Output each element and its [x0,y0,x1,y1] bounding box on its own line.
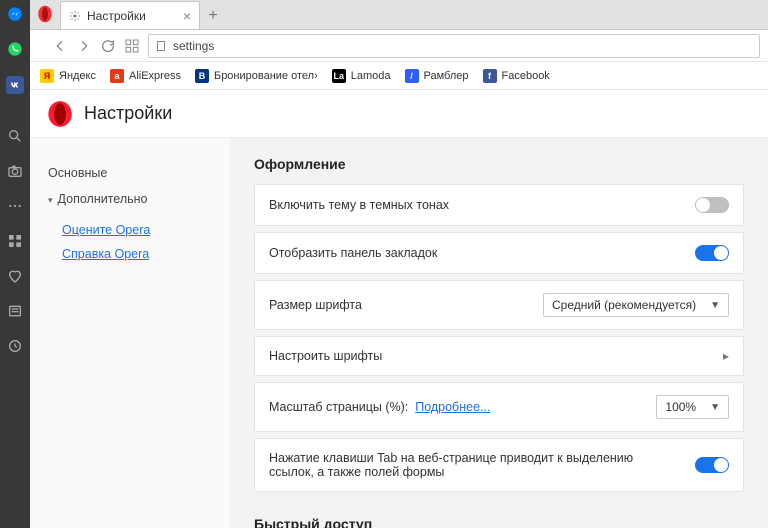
bookmark-label: Рамблер [424,70,469,82]
opera-logo-icon [46,100,74,128]
bookmark-favicon: La [332,69,346,83]
bookmark-label: AliExpress [129,70,181,82]
toggle-dark-theme[interactable] [695,197,729,213]
search-icon[interactable] [7,128,23,149]
row-show-bookmarks[interactable]: Отобразить панель закладок [254,232,744,274]
row-label: Настроить шрифты [269,349,382,363]
main-column: Настройки × + settings Я Яндекс a AliExpres… [30,0,768,528]
browser-sidebar [0,0,30,528]
row-dark-theme[interactable]: Включить тему в темных тонах [254,184,744,226]
row-label: Включить тему в темных тонах [269,198,449,212]
forward-button[interactable] [76,38,92,54]
gear-icon [69,10,81,22]
tabstrip: Настройки × + [30,0,768,30]
settings-content: Основные Дополнительно Оцените Opera Спр… [30,138,768,528]
bookmark-label: Lamoda [351,70,391,82]
bookmark-favicon: / [405,69,419,83]
nav-advanced[interactable]: Дополнительно [48,186,212,212]
chevron-down-icon: ▼ [710,300,720,311]
row-page-zoom[interactable]: Масштаб страницы (%): Подробнее... 100% … [254,382,744,432]
bookmark-favicon: Я [40,69,54,83]
speed-dial-icon[interactable] [7,233,23,254]
section-appearance-title: Оформление [254,156,744,172]
chevron-down-icon: ▼ [710,402,720,413]
opera-menu-button[interactable] [30,0,60,29]
page-header: Настройки [30,90,768,138]
tab-title: Настройки [87,9,146,23]
camera-icon[interactable] [7,163,23,184]
new-tab-button[interactable]: + [200,3,226,29]
bookmark-item[interactable]: Я Яндекс [40,69,96,83]
address-text: settings [173,39,214,53]
select-zoom[interactable]: 100% ▼ [656,395,729,419]
bookmark-item[interactable]: B Бронирование отел› [195,69,318,83]
nav-basic[interactable]: Основные [48,160,212,186]
navbar: settings [30,30,768,62]
row-customize-fonts[interactable]: Настроить шрифты ▸ [254,336,744,376]
settings-nav: Основные Дополнительно Оцените Opera Спр… [30,138,230,528]
tab-active[interactable]: Настройки × [60,1,200,29]
messenger-icon[interactable] [7,6,23,27]
bookmark-item[interactable]: La Lamoda [332,69,391,83]
tab-close-icon[interactable]: × [183,8,191,24]
section-speed-dial-title: Быстрый доступ [254,516,744,528]
address-bar[interactable]: settings [148,34,760,58]
back-button[interactable] [52,38,68,54]
page-icon [155,40,167,52]
select-font-size[interactable]: Средний (рекомендуется) ▼ [543,293,729,317]
bookmark-favicon: a [110,69,124,83]
row-label: Отобразить панель закладок [269,246,437,260]
reload-button[interactable] [100,38,116,54]
row-label: Нажатие клавиши Tab на веб-странице прив… [269,451,649,479]
bookmark-favicon: f [483,69,497,83]
heart-icon[interactable] [7,268,23,289]
toggle-show-bookmarks[interactable] [695,245,729,261]
nav-help-opera[interactable]: Справка Opera [62,242,212,266]
bookmark-favicon: B [195,69,209,83]
bookmark-item[interactable]: / Рамблер [405,69,469,83]
home-button[interactable] [124,38,140,54]
bookmark-item[interactable]: f Facebook [483,69,550,83]
news-icon[interactable] [7,303,23,324]
toggle-tab-highlight[interactable] [695,457,729,473]
page-title: Настройки [84,103,172,124]
chevron-right-icon: ▸ [723,349,729,363]
settings-pane: Оформление Включить тему в темных тонах … [230,138,768,528]
bookmark-label: Facebook [502,70,550,82]
nav-rate-opera[interactable]: Оцените Opera [62,218,212,242]
bookmark-item[interactable]: a AliExpress [110,69,181,83]
row-label: Масштаб страницы (%): [269,400,408,414]
row-font-size[interactable]: Размер шрифта Средний (рекомендуется) ▼ [254,280,744,330]
vk-icon[interactable] [6,76,24,94]
row-label: Размер шрифта [269,298,362,312]
bookmark-label: Яндекс [59,70,96,82]
row-tab-highlight[interactable]: Нажатие клавиши Tab на веб-странице прив… [254,438,744,492]
history-icon[interactable] [7,338,23,359]
ellipsis-icon[interactable] [7,198,23,219]
whatsapp-icon[interactable] [7,41,23,62]
bookmark-label: Бронирование отел› [214,70,318,82]
bookmark-bar: ЯЯндексaAliExpressBБронирование отел›LaL… [30,62,768,90]
zoom-more-link[interactable]: Подробнее... [415,400,490,414]
